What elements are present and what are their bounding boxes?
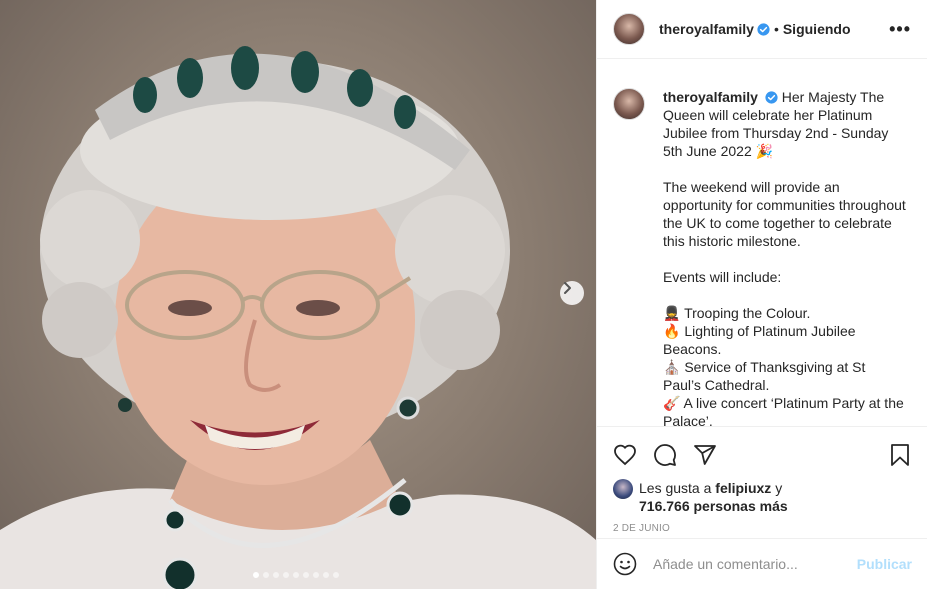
username-link[interactable]: theroyalfamily (659, 21, 754, 37)
likes-text: Les gusta a felipiuxz y 716.766 personas… (639, 479, 788, 515)
avatar[interactable] (613, 88, 645, 120)
comment-button[interactable] (653, 435, 693, 475)
carousel-dot (283, 572, 289, 578)
carousel-dot (263, 572, 269, 578)
carousel-dot (293, 572, 299, 578)
likes-count-link[interactable]: 716.766 personas más (639, 498, 788, 514)
post-actions: Les gusta a felipiuxz y 716.766 personas… (597, 426, 927, 534)
likes-joiner: y (775, 480, 783, 496)
avatar[interactable] (613, 13, 645, 45)
verified-badge-icon (757, 22, 770, 36)
following-button[interactable]: Siguiendo (783, 21, 851, 37)
publish-button[interactable]: Publicar (857, 556, 912, 572)
carousel-dot (273, 572, 279, 578)
carousel-dot (323, 572, 329, 578)
paper-plane-icon (694, 445, 716, 465)
chevron-right-icon (564, 282, 571, 294)
post-side-panel: theroyalfamily • Siguiendo ••• theroyalf… (596, 0, 927, 589)
save-button[interactable] (872, 435, 912, 475)
likes-summary: Les gusta a felipiuxz y 716.766 personas… (613, 479, 912, 515)
comments-area: theroyalfamily Her Majesty The Queen wil… (597, 60, 927, 426)
heart-icon (614, 444, 636, 466)
comment-input[interactable] (653, 556, 857, 572)
liker-username-link[interactable]: felipiuxz (715, 480, 771, 496)
share-button[interactable] (693, 435, 733, 475)
queen-portrait-image (0, 46, 596, 589)
carousel-dot (253, 572, 259, 578)
carousel-indicator (253, 572, 339, 578)
avatar[interactable] (613, 479, 633, 499)
action-icons-row (613, 435, 912, 475)
next-slide-button[interactable] (560, 281, 584, 305)
caption-paragraph: Events will include: (663, 269, 782, 285)
post-date[interactable]: 2 DE JUNIO (613, 523, 912, 534)
carousel-dot (303, 572, 309, 578)
likes-prefix: Les gusta a (639, 480, 712, 496)
smiley-icon[interactable] (613, 552, 637, 576)
carousel-dot (333, 572, 339, 578)
caption-paragraph: The weekend will provide an opportunity … (663, 179, 906, 249)
like-button[interactable] (613, 435, 653, 475)
verified-badge-icon (765, 91, 778, 104)
caption-username[interactable]: theroyalfamily (663, 89, 758, 105)
separator-dot: • (773, 21, 779, 37)
post-header: theroyalfamily • Siguiendo ••• (597, 0, 927, 59)
carousel-dot (313, 572, 319, 578)
bookmark-icon (891, 444, 909, 466)
caption-text: theroyalfamily Her Majesty The Queen wil… (663, 88, 907, 426)
comment-bubble-icon (654, 444, 676, 466)
post-photo[interactable] (0, 0, 596, 589)
caption-paragraph: 💂 Trooping the Colour. 🔥 Lighting of Pla… (663, 305, 904, 426)
caption-row: theroyalfamily Her Majesty The Queen wil… (613, 88, 912, 426)
caption-paragraph: theroyalfamily Her Majesty The Queen wil… (663, 88, 907, 160)
add-comment-bar: Publicar (597, 538, 927, 589)
more-options-icon[interactable]: ••• (889, 19, 911, 40)
